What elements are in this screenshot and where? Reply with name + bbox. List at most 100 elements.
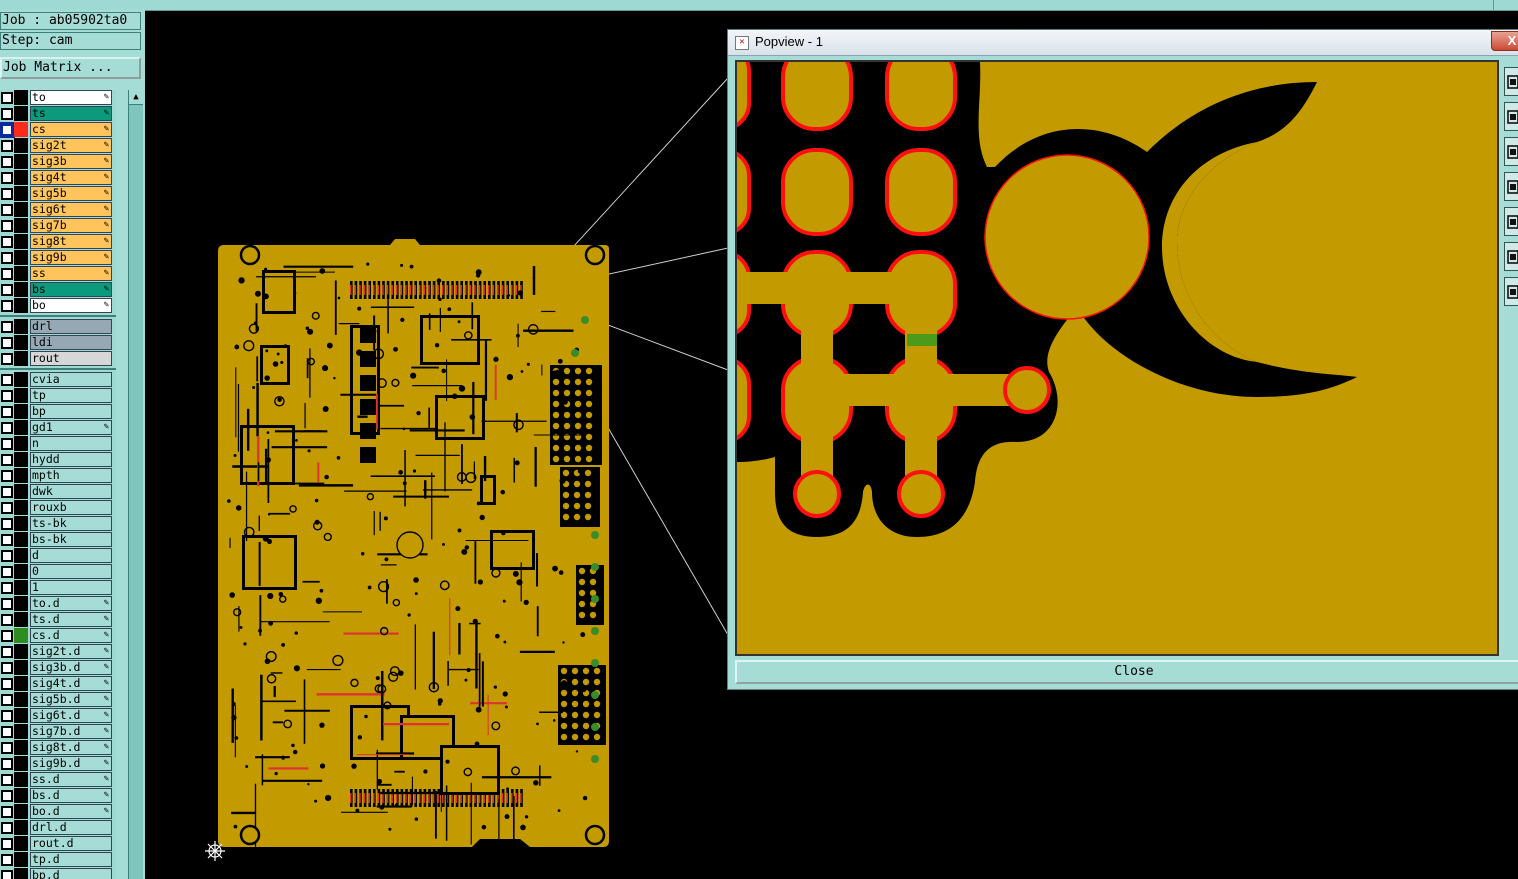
checkbox-icon[interactable] bbox=[1, 108, 13, 120]
checkbox-icon[interactable] bbox=[1, 422, 13, 434]
layer-row-cvia[interactable]: cvia bbox=[0, 372, 116, 387]
layer-name[interactable]: sig8t.d ✎ bbox=[30, 740, 112, 755]
layer-row-mpth[interactable]: mpth bbox=[0, 468, 116, 483]
zoom-tool-icon[interactable] bbox=[1504, 137, 1518, 166]
layer-list-scrollbar[interactable]: ▲ bbox=[128, 90, 143, 879]
layer-name[interactable]: drl.d bbox=[30, 820, 112, 835]
layer-name[interactable]: to.d ✎ bbox=[30, 596, 112, 611]
layer-row-sig3b[interactable]: sig3b ✎ bbox=[0, 154, 116, 169]
layer-row-sig2t.d[interactable]: sig2t.d ✎ bbox=[0, 644, 116, 659]
checkbox-icon[interactable] bbox=[1, 140, 13, 152]
layer-row-sig6t[interactable]: sig6t ✎ bbox=[0, 202, 116, 217]
layer-row-d[interactable]: d bbox=[0, 548, 116, 563]
checkbox-icon[interactable] bbox=[1, 390, 13, 402]
layer-name[interactable]: cs.d ✎ bbox=[30, 628, 112, 643]
layer-row-rout[interactable]: rout bbox=[0, 351, 116, 366]
scroll-up-arrow-icon[interactable]: ▲ bbox=[129, 90, 143, 105]
checkbox-icon[interactable] bbox=[1, 486, 13, 498]
checkbox-icon[interactable] bbox=[1, 268, 13, 280]
layer-row-sig5b[interactable]: sig5b ✎ bbox=[0, 186, 116, 201]
layer-name[interactable]: rouxb bbox=[30, 500, 112, 515]
layer-row-ss[interactable]: ss ✎ bbox=[0, 266, 116, 281]
layer-row-sig9b[interactable]: sig9b ✎ bbox=[0, 250, 116, 265]
checkbox-icon[interactable] bbox=[1, 337, 13, 349]
layer-name[interactable]: ts ✎ bbox=[30, 106, 112, 121]
layer-row-bs.d[interactable]: bs.d ✎ bbox=[0, 788, 116, 803]
checkbox-icon[interactable] bbox=[1, 582, 13, 594]
layer-name[interactable]: sig7b ✎ bbox=[30, 218, 112, 233]
checkbox-icon[interactable] bbox=[1, 438, 13, 450]
checkbox-icon[interactable] bbox=[1, 758, 13, 770]
layer-row-sig7b.d[interactable]: sig7b.d ✎ bbox=[0, 724, 116, 739]
layer-name[interactable]: dwk bbox=[30, 484, 112, 499]
layer-row-sig7b[interactable]: sig7b ✎ bbox=[0, 218, 116, 233]
checkbox-icon[interactable] bbox=[1, 726, 13, 738]
checkbox-icon[interactable] bbox=[1, 694, 13, 706]
layer-row-cs[interactable]: cs ✎ bbox=[0, 122, 116, 138]
checkbox-icon[interactable] bbox=[1, 353, 13, 365]
checkbox-icon[interactable] bbox=[1, 92, 13, 104]
checkbox-icon[interactable] bbox=[1, 284, 13, 296]
layer-name[interactable]: sig5b ✎ bbox=[30, 186, 112, 201]
layer-row-bs[interactable]: bs ✎ bbox=[0, 282, 116, 297]
layer-name[interactable]: sig6t ✎ bbox=[30, 202, 112, 217]
layer-name[interactable]: ts-bk bbox=[30, 516, 112, 531]
layer-name[interactable]: ss.d ✎ bbox=[30, 772, 112, 787]
layer-name[interactable]: 0 bbox=[30, 564, 112, 579]
layer-row-sig8t[interactable]: sig8t ✎ bbox=[0, 234, 116, 249]
layer-name[interactable]: bo.d ✎ bbox=[30, 804, 112, 819]
layer-name[interactable]: sig9b.d ✎ bbox=[30, 756, 112, 771]
popview-titlebar[interactable]: ✕ Popview - 1 bbox=[728, 30, 1518, 56]
checkbox-icon[interactable] bbox=[1, 630, 13, 642]
layer-name[interactable]: hydd bbox=[30, 452, 112, 467]
layer-row-drl[interactable]: drl bbox=[0, 319, 116, 334]
checkbox-icon[interactable] bbox=[1, 838, 13, 850]
checkbox-icon[interactable] bbox=[1, 790, 13, 802]
layer-name[interactable]: sig3b.d ✎ bbox=[30, 660, 112, 675]
window-close-button[interactable]: X bbox=[1491, 31, 1518, 51]
zoom-tool-icon[interactable] bbox=[1504, 277, 1518, 306]
checkbox-icon[interactable] bbox=[1, 374, 13, 386]
layer-name[interactable]: sig3b ✎ bbox=[30, 154, 112, 169]
checkbox-icon[interactable] bbox=[1, 598, 13, 610]
checkbox-icon[interactable] bbox=[0, 122, 15, 138]
close-button[interactable]: Close bbox=[735, 660, 1518, 684]
checkbox-icon[interactable] bbox=[1, 502, 13, 514]
layer-name[interactable]: tp.d bbox=[30, 852, 112, 867]
layer-name[interactable]: sig6t.d ✎ bbox=[30, 708, 112, 723]
layer-name[interactable]: mpth bbox=[30, 468, 112, 483]
checkbox-icon[interactable] bbox=[1, 678, 13, 690]
layer-row-bo.d[interactable]: bo.d ✎ bbox=[0, 804, 116, 819]
checkbox-icon[interactable] bbox=[1, 854, 13, 866]
layer-row-gd1[interactable]: gd1 ✎ bbox=[0, 420, 116, 435]
checkbox-icon[interactable] bbox=[1, 822, 13, 834]
popview-canvas[interactable] bbox=[735, 60, 1499, 656]
checkbox-icon[interactable] bbox=[1, 406, 13, 418]
layer-row-bs-bk[interactable]: bs-bk bbox=[0, 532, 116, 547]
checkbox-icon[interactable] bbox=[1, 566, 13, 578]
layer-name[interactable]: sig8t ✎ bbox=[30, 234, 112, 249]
layer-row-bo[interactable]: bo ✎ bbox=[0, 298, 116, 313]
layer-name[interactable]: gd1 ✎ bbox=[30, 420, 112, 435]
checkbox-icon[interactable] bbox=[1, 220, 13, 232]
layer-name[interactable]: ldi bbox=[30, 335, 112, 350]
checkbox-icon[interactable] bbox=[1, 614, 13, 626]
layer-row-rouxb[interactable]: rouxb bbox=[0, 500, 116, 515]
layer-name[interactable]: sig7b.d ✎ bbox=[30, 724, 112, 739]
zoom-tool-icon[interactable] bbox=[1504, 102, 1518, 131]
checkbox-icon[interactable] bbox=[1, 252, 13, 264]
zoom-tool-icon[interactable] bbox=[1504, 207, 1518, 236]
layer-row-sig2t[interactable]: sig2t ✎ bbox=[0, 138, 116, 153]
zoom-tool-icon[interactable] bbox=[1504, 67, 1518, 96]
checkbox-icon[interactable] bbox=[1, 470, 13, 482]
layer-name[interactable]: sig5b.d ✎ bbox=[30, 692, 112, 707]
layer-row-ts[interactable]: ts ✎ bbox=[0, 106, 116, 121]
layer-row-bp.d[interactable]: bp.d bbox=[0, 868, 116, 879]
checkbox-icon[interactable] bbox=[1, 454, 13, 466]
checkbox-icon[interactable] bbox=[1, 662, 13, 674]
layer-name[interactable]: bo ✎ bbox=[30, 298, 112, 313]
layer-row-sig6t.d[interactable]: sig6t.d ✎ bbox=[0, 708, 116, 723]
checkbox-icon[interactable] bbox=[1, 646, 13, 658]
layer-row-ts-bk[interactable]: ts-bk bbox=[0, 516, 116, 531]
layer-name[interactable]: drl bbox=[30, 319, 112, 334]
